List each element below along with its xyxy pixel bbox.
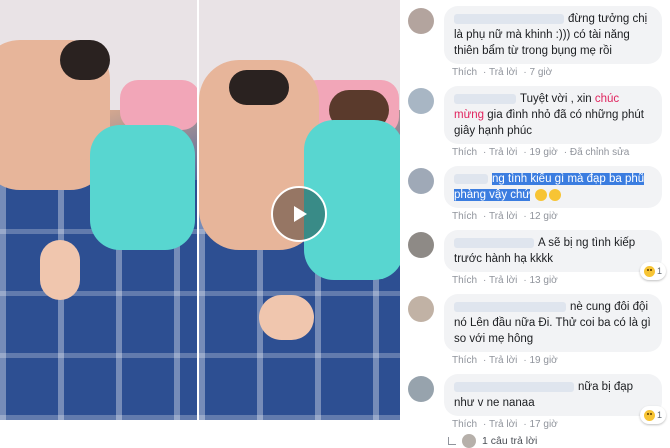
play-button[interactable] [271,186,327,242]
like-link[interactable]: Thích [452,355,477,366]
blurred-username[interactable] [454,381,574,392]
reaction-badge[interactable]: 1 [639,406,666,424]
play-icon [294,206,307,222]
like-link[interactable]: Thích [452,147,477,158]
blurred-username[interactable] [454,93,516,104]
grin-emoji-icon [549,188,562,201]
reply-arrow-icon [448,437,456,445]
avatar[interactable] [408,88,434,114]
comment-time[interactable]: 19 giờ [529,147,557,158]
baby-foot [259,295,314,340]
comments-panel: đừng tưởng chị là phụ nữ mà khinh :))) c… [400,0,670,448]
avatar[interactable] [408,296,434,322]
comment-actions: Thích · Trả lời · 17 giờ [452,419,558,430]
comment-item: A sẽ bị ng tình kiếp trước hành hạ kkkk … [408,230,666,286]
reply-avatar [462,434,476,448]
comment-actions: Thích · Trả lời · 7 giờ [452,67,553,78]
video-player[interactable] [0,0,400,420]
comment-actions: Thích · Trả lời · 12 giờ [452,211,558,222]
comment-text: Tuyệt vời , xin [520,93,595,105]
reaction-count: 1 [656,410,662,420]
haha-reaction-icon [643,409,655,421]
pillow [120,80,197,130]
comment-bubble: đừng tưởng chị là phụ nữ mà khinh :))) c… [444,6,662,64]
reply-link[interactable]: Trả lời [489,355,517,366]
comment-item: đừng tưởng chị là phụ nữ mà khinh :))) c… [408,6,662,78]
comment-time[interactable]: 19 giờ [529,355,557,366]
reaction-badge[interactable]: 1 [639,262,666,280]
comment-bubble: Tuyệt vời , xin chúc mừng gia đình nhỏ đ… [444,86,662,144]
comment-bubble: ng tình kiểu gì mà đạp ba phũ phàng vậy … [444,166,662,208]
reply-link[interactable]: Trả lời [489,211,517,222]
comment-actions: Thích · Trả lời · 19 giờ [452,355,558,366]
reply-link[interactable]: Trả lời [489,275,517,286]
comment-actions: Thích · Trả lời · 13 giờ [452,275,558,286]
comment-time[interactable]: 17 giờ [529,419,557,430]
comment-bubble: A sẽ bị ng tình kiếp trước hành hạ kkkk … [444,230,666,280]
avatar[interactable] [408,8,434,34]
comment-time[interactable]: 13 giờ [529,275,557,286]
grin-emoji-icon [535,188,548,201]
baby-leg [40,240,80,300]
edited-label[interactable]: Đã chỉnh sửa [570,147,630,158]
comment-item: nữa bị đạp như v ne nanaa 1 Thích · Trả l… [408,374,666,430]
comment-actions: Thích · Trả lời · 19 giờ · Đã chỉnh sửa [452,147,630,158]
video-frame-left [0,0,197,420]
replies-count-label: 1 câu trả lời [482,435,538,447]
avatar[interactable] [408,168,434,194]
view-replies-link[interactable]: 1 câu trả lời [448,434,662,448]
haha-reaction-icon [643,265,655,277]
reply-link[interactable]: Trả lời [489,147,517,158]
avatar[interactable] [408,376,434,402]
reaction-count: 1 [656,266,662,276]
avatar[interactable] [408,232,434,258]
blurred-username[interactable] [454,301,566,312]
blurred-username[interactable] [454,173,488,184]
comment-bubble: nè cung đôi đội nó Lên đầu nữa Đi. Thử c… [444,294,662,352]
comment-time[interactable]: 7 giờ [529,67,552,78]
man-hair [60,40,110,80]
like-link[interactable]: Thích [452,67,477,78]
comment-item: ng tình kiểu gì mà đạp ba phũ phàng vậy … [408,166,662,222]
comment-time[interactable]: 12 giờ [529,211,557,222]
reply-link[interactable]: Trả lời [489,419,517,430]
like-link[interactable]: Thích [452,275,477,286]
comment-item: Tuyệt vời , xin chúc mừng gia đình nhỏ đ… [408,86,662,158]
like-link[interactable]: Thích [452,419,477,430]
like-link[interactable]: Thích [452,211,477,222]
blurred-username[interactable] [454,237,534,248]
man-hair [229,70,289,105]
blurred-username[interactable] [454,13,564,24]
reply-link[interactable]: Trả lời [489,67,517,78]
comment-bubble: nữa bị đạp như v ne nanaa 1 [444,374,666,424]
baby-outfit [90,125,195,250]
comment-item: nè cung đôi đội nó Lên đầu nữa Đi. Thử c… [408,294,662,366]
